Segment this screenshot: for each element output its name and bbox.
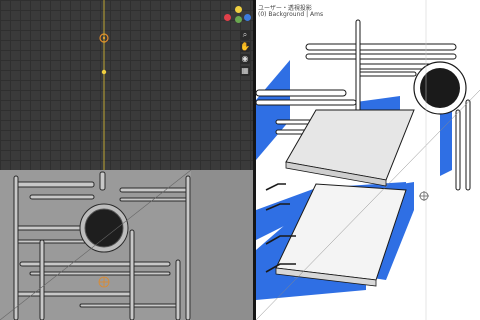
left-scene	[0, 0, 253, 320]
right-scene	[256, 0, 480, 320]
left-viewport[interactable]: ⌕ ✋ ◉ ▦	[0, 0, 253, 320]
light-target[interactable]	[101, 69, 107, 75]
collection-label: (0) Background | Ams	[258, 11, 324, 18]
right-viewport[interactable]: ユーザー・透視投影 (0) Background | Ams	[256, 0, 480, 320]
